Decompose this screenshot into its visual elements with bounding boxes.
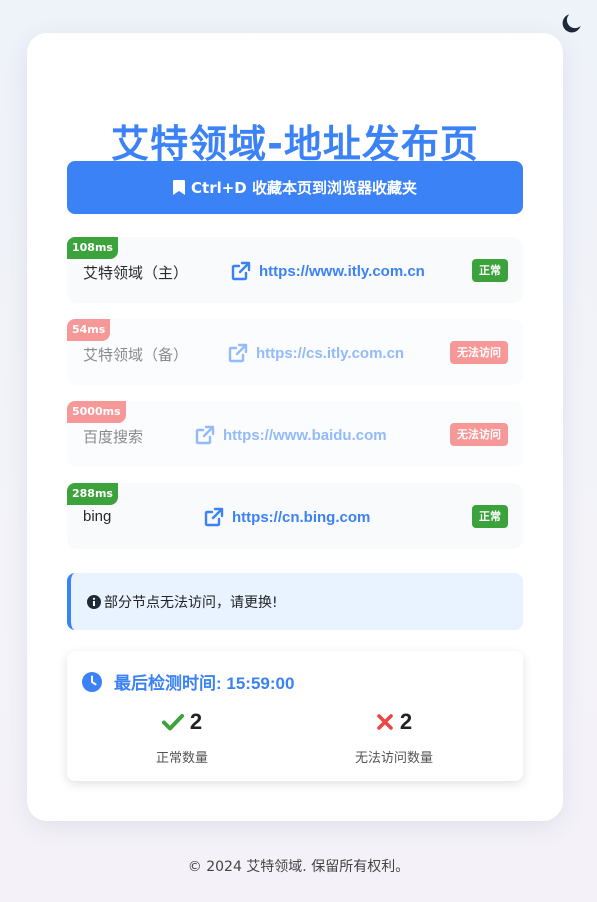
link-url-text: https://cn.bing.com bbox=[232, 508, 371, 526]
link-url-text: https://cs.itly.com.cn bbox=[256, 344, 405, 362]
link-row-baidu[interactable]: 5000ms 百度搜索 https://www.baidu.com 无法访问 bbox=[67, 401, 523, 467]
link-url[interactable]: https://www.itly.com.cn bbox=[231, 261, 425, 281]
link-row-backup[interactable]: 54ms 艾特领域（备） https://cs.itly.com.cn 无法访问 bbox=[67, 319, 523, 385]
link-url-text: https://www.baidu.com bbox=[223, 426, 387, 444]
bad-count: 2 bbox=[399, 709, 413, 734]
stat-bad: 2 无法访问数量 bbox=[314, 709, 474, 766]
link-url-text: https://www.itly.com.cn bbox=[259, 262, 425, 280]
ok-count: 2 bbox=[189, 709, 203, 734]
link-row-main[interactable]: 108ms 艾特领域（主） https://www.itly.com.cn 正常 bbox=[67, 237, 523, 303]
bookmark-button[interactable]: Ctrl+D 收藏本页到浏览器收藏夹 bbox=[67, 161, 523, 214]
check-title: 最后检测时间: 15:59:00 bbox=[82, 669, 294, 694]
alert-text: 部分节点无法访问，请更换! bbox=[104, 594, 278, 611]
status-badge: 正常 bbox=[472, 259, 508, 282]
link-name: 艾特领域（主） bbox=[83, 265, 189, 282]
latency-badge: 54ms bbox=[67, 319, 111, 341]
external-link-icon bbox=[204, 507, 224, 527]
status-badge: 正常 bbox=[472, 505, 508, 528]
x-icon bbox=[377, 714, 393, 730]
last-check-time: 最后检测时间: 15:59:00 bbox=[114, 674, 295, 693]
status-badge: 无法访问 bbox=[450, 341, 508, 364]
page-title: 艾特领域-地址发布页 bbox=[111, 122, 479, 166]
link-name: bing bbox=[83, 508, 112, 525]
link-url[interactable]: https://www.baidu.com bbox=[195, 425, 387, 445]
ok-label: 正常数量 bbox=[155, 751, 208, 766]
external-link-icon bbox=[195, 425, 215, 445]
check-panel: 最后检测时间: 15:59:00 2 正常数量 2 无法访问数量 bbox=[67, 651, 523, 781]
stat-ok: 2 正常数量 bbox=[102, 709, 262, 766]
check-icon bbox=[161, 714, 184, 731]
external-link-icon bbox=[231, 261, 251, 281]
bad-label: 无法访问数量 bbox=[354, 751, 433, 766]
theme-toggle-moon-icon[interactable] bbox=[559, 10, 585, 36]
clock-icon bbox=[82, 671, 102, 692]
bookmark-label: Ctrl+D 收藏本页到浏览器收藏夹 bbox=[191, 179, 417, 197]
footer-copyright: © 2024 艾特领域. 保留所有权利。 bbox=[187, 859, 410, 875]
latency-badge: 5000ms bbox=[67, 401, 126, 423]
latency-badge: 108ms bbox=[67, 237, 118, 259]
link-url[interactable]: https://cn.bing.com bbox=[204, 507, 370, 527]
link-url[interactable]: https://cs.itly.com.cn bbox=[228, 343, 404, 363]
latency-badge: 288ms bbox=[67, 483, 118, 505]
link-name: 百度搜索 bbox=[83, 429, 144, 446]
warning-alert: 部分节点无法访问，请更换! bbox=[67, 573, 523, 630]
link-row-bing[interactable]: 288ms bing https://cn.bing.com 正常 bbox=[67, 483, 523, 549]
info-circle-icon bbox=[87, 594, 101, 609]
status-badge: 无法访问 bbox=[450, 423, 508, 446]
main-card: 艾特领域-地址发布页 Ctrl+D 收藏本页到浏览器收藏夹 108ms 艾特领域… bbox=[27, 33, 563, 821]
link-name: 艾特领域（备） bbox=[83, 347, 189, 364]
external-link-icon bbox=[228, 343, 248, 363]
bookmark-icon bbox=[173, 180, 186, 195]
